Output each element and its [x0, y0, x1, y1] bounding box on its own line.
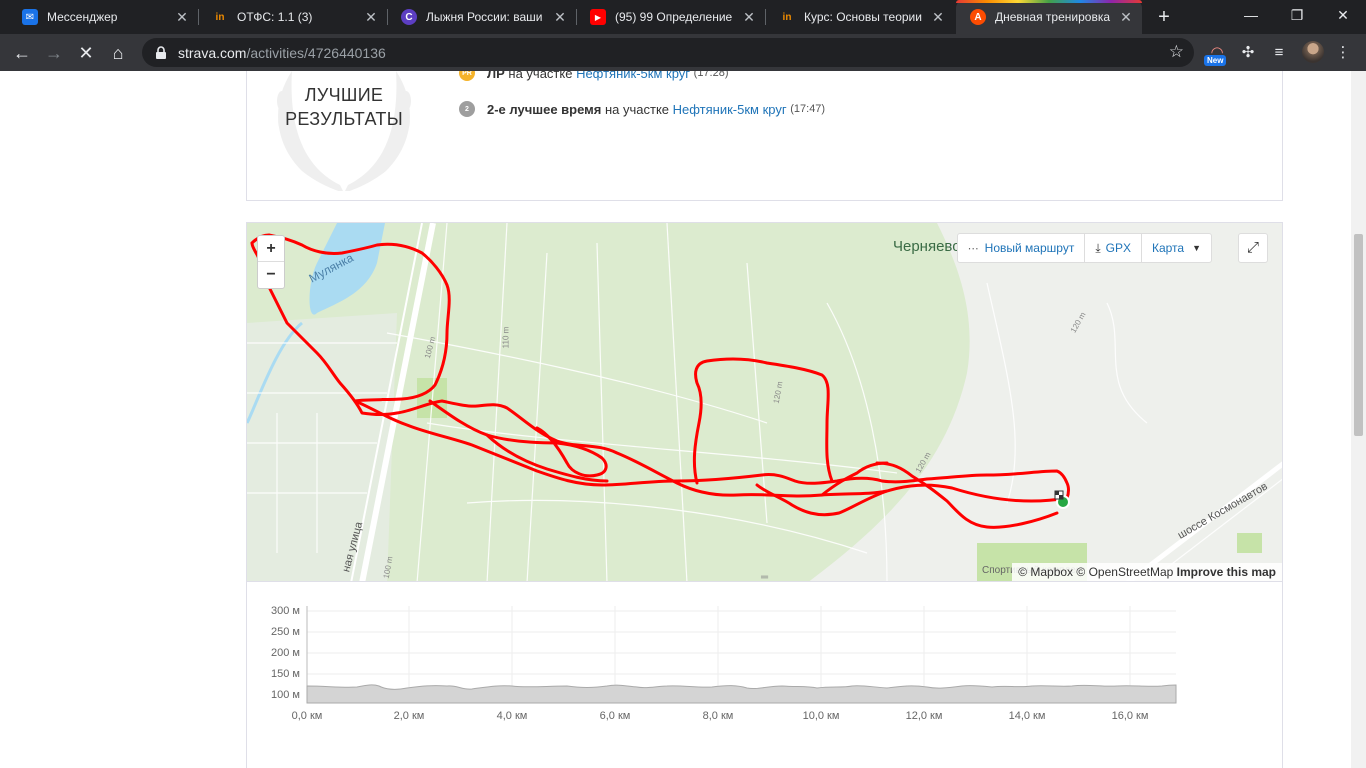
route-icon: ⋯	[967, 242, 979, 255]
close-tab-icon[interactable]: ✕	[741, 9, 757, 26]
scrollbar-thumb[interactable]	[1354, 234, 1363, 436]
profile-avatar[interactable]	[1302, 41, 1324, 63]
youtube-icon: ▶	[590, 9, 606, 25]
stepik-icon: in	[215, 11, 225, 23]
address-bar[interactable]: strava.com/activities/4726440136 ☆	[142, 38, 1194, 67]
tab-lyzhnya[interactable]: C Лыжня России: ваши р ✕	[387, 0, 576, 34]
activity-map[interactable]: Черняево Мулянка ная улица шоссе Космона…	[246, 222, 1283, 582]
page-content: ЛУЧШИЕ РЕЗУЛЬТАТЫ PR ЛР на участке Нефтя…	[0, 71, 1366, 768]
tab-otfs[interactable]: in ОТФС: 1.1 (3) ✕	[198, 0, 387, 34]
new-route-button[interactable]: ⋯ Новый маршрут	[958, 234, 1086, 262]
new-tab-button[interactable]: +	[1152, 5, 1176, 29]
caret-down-icon: ▼	[1192, 243, 1201, 253]
close-tab-icon[interactable]: ✕	[552, 9, 568, 26]
map-tools: ⋯ Новый маршрут ⤓ GPX Карта ▼	[956, 233, 1212, 263]
tab-course[interactable]: in Курс: Основы теории с ✕	[765, 0, 954, 34]
new-badge: New	[1204, 55, 1227, 66]
effort-row: 2 2-е лучшее время на участке Нефтяник-5…	[459, 99, 825, 119]
best-results-title: ЛУЧШИЕ РЕЗУЛЬТАТЫ	[285, 85, 403, 129]
segment-link[interactable]: Нефтяник-5км круг	[673, 102, 787, 117]
stop-loading-button[interactable]: ✕	[72, 39, 100, 67]
finish-flag-icon	[1054, 490, 1064, 500]
zoom-control: + −	[257, 235, 285, 289]
tab-strip: ✉ Мессенджер ✕ in ОТФС: 1.1 (3) ✕ C Лыжн…	[0, 0, 1366, 34]
download-icon: ⤓	[1095, 240, 1101, 255]
close-tab-icon[interactable]: ✕	[930, 9, 946, 26]
close-tab-icon[interactable]: ✕	[174, 9, 190, 26]
fullscreen-icon[interactable]: ⤢	[1238, 233, 1268, 263]
best-efforts-panel: ЛУЧШИЕ РЕЗУЛЬТАТЫ PR ЛР на участке Нефтя…	[246, 71, 1283, 201]
pr-medal-icon: PR	[459, 71, 475, 81]
elevation-chart[interactable]: 300 м 250 м 200 м 150 м 100 м 0,0 км 2,0…	[246, 582, 1283, 768]
map-canvas	[247, 223, 1282, 581]
zoom-out-button[interactable]: −	[258, 262, 284, 288]
messenger-icon: ✉	[22, 9, 38, 25]
effort-row: PR ЛР на участке Нефтяник-5км круг (17:2…	[459, 71, 729, 83]
gpx-download-button[interactable]: ⤓ GPX	[1085, 234, 1142, 262]
lock-icon	[156, 45, 166, 59]
tab-messenger[interactable]: ✉ Мессенджер ✕	[8, 0, 198, 34]
bookmark-star-icon[interactable]: ☆	[1169, 42, 1184, 62]
map-layer-select[interactable]: Карта ▼	[1142, 234, 1211, 262]
home-button[interactable]: ⌂	[104, 39, 132, 67]
tab-youtube[interactable]: ▶ (95) 99 Определение п ✕	[576, 0, 765, 34]
forward-button[interactable]: →	[40, 39, 68, 67]
extensions-puzzle-icon[interactable]: ✣	[1237, 42, 1259, 64]
chrome-menu-icon[interactable]: ⋮	[1332, 42, 1354, 64]
zoom-in-button[interactable]: +	[258, 236, 284, 262]
place-label: Черняево	[893, 238, 961, 255]
media-control-icon[interactable]: ≡	[1268, 42, 1290, 64]
segment-link[interactable]: Нефтяник-5км круг	[576, 71, 690, 81]
strava-icon: A	[970, 9, 986, 25]
close-tab-icon[interactable]: ✕	[363, 9, 379, 26]
close-window-button[interactable]: ✕	[1320, 0, 1366, 30]
minimize-button[interactable]: —	[1228, 0, 1274, 30]
back-button[interactable]: ←	[8, 39, 36, 67]
silver-medal-icon: 2	[459, 101, 475, 117]
lyzhnya-icon: C	[401, 9, 417, 25]
browser-toolbar: ← → ✕ ⌂ strava.com/activities/4726440136…	[0, 34, 1366, 71]
close-tab-icon[interactable]: ✕	[1118, 9, 1134, 26]
stepik-icon: in	[782, 11, 792, 23]
tab-strava-active[interactable]: A Дневная тренировка | ✕	[956, 0, 1142, 34]
page-scrollbar[interactable]	[1351, 71, 1366, 768]
maximize-button[interactable]: ❐	[1274, 0, 1320, 30]
